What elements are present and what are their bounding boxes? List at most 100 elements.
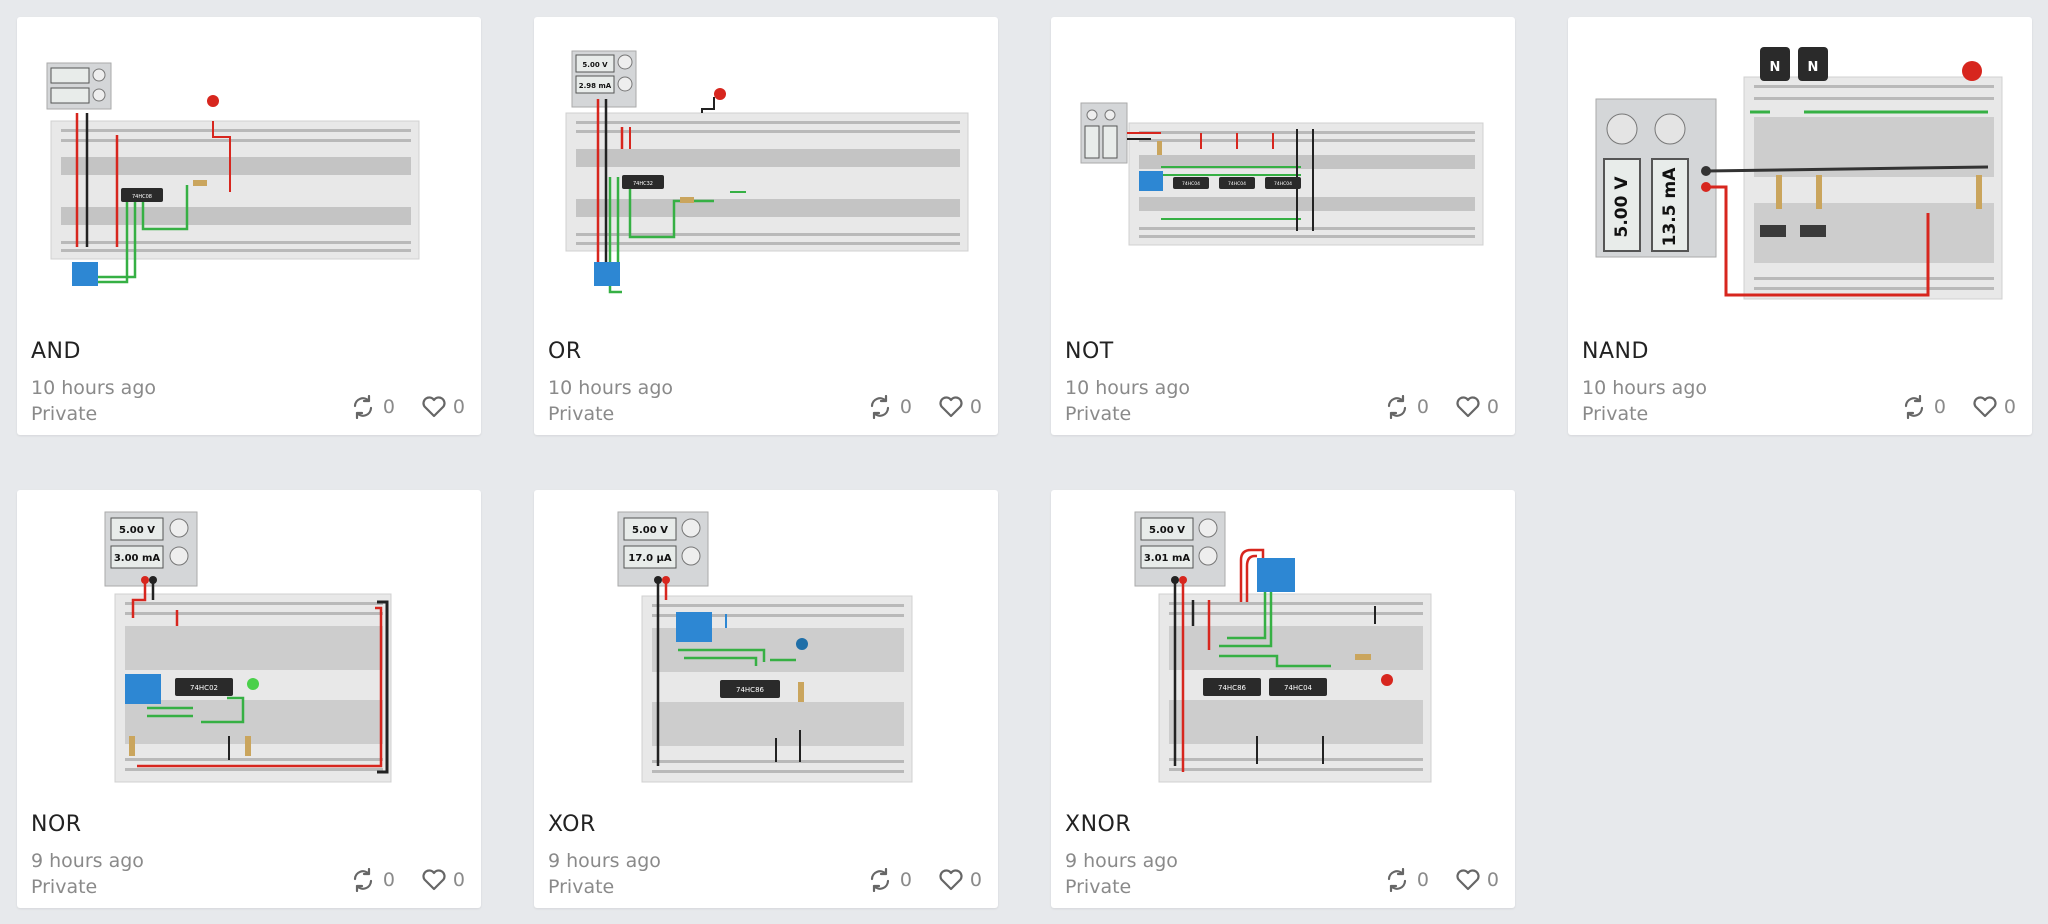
design-timestamp: 9 hours ago [31, 850, 144, 872]
design-card-nor[interactable]: 5.00 V 3.00 mA 74HC02 NOR 9 hours ago Pr… [17, 490, 481, 908]
remix-icon [870, 395, 889, 419]
chip-label: 74HC04 [1284, 684, 1313, 692]
chip-label: 74HC86 [1218, 684, 1247, 692]
like-count: 0 [452, 396, 465, 418]
like-count: 0 [2003, 396, 2016, 418]
heart-icon [1456, 396, 1480, 418]
heart-icon [1973, 396, 1997, 418]
design-card-xnor[interactable]: 5.00 V 3.01 mA 74HC86 74HC04 XNOR 9 hour… [1051, 490, 1515, 908]
current-readout: 17.0 µA [628, 553, 672, 564]
remix-count: 0 [1416, 869, 1429, 891]
remix-count: 0 [382, 396, 395, 418]
chip-label: 74HC04 [1228, 181, 1246, 187]
design-stats: 0 0 [866, 395, 982, 419]
remix-button[interactable]: 0 [1383, 868, 1429, 892]
remix-button[interactable]: 0 [1383, 395, 1429, 419]
like-button[interactable]: 0 [938, 868, 982, 892]
like-count: 0 [1486, 869, 1499, 891]
transistor-label: N [1808, 60, 1819, 75]
chip-label: 74HC04 [1182, 181, 1200, 187]
like-count: 0 [1486, 396, 1499, 418]
remix-button[interactable]: 0 [866, 395, 912, 419]
like-count: 0 [969, 869, 982, 891]
voltage-readout: 5.00 V [1149, 525, 1185, 536]
remix-button[interactable]: 0 [1900, 395, 1946, 419]
design-card-xor[interactable]: 5.00 V 17.0 µA 74HC86 XOR 9 hours ago Pr… [534, 490, 998, 908]
voltage-readout: 5.00 V [119, 525, 155, 536]
circuit-thumbnail[interactable]: 5.00 V 2.98 mA 74HC32 [534, 17, 998, 337]
design-card-nand[interactable]: 5.00 V 13.5 mA N N NAND 10 hours ago Pri… [1568, 17, 2032, 435]
design-title[interactable]: XOR [548, 812, 596, 837]
design-timestamp: 10 hours ago [548, 377, 674, 399]
design-privacy: Private [548, 876, 615, 898]
like-button[interactable]: 0 [938, 395, 982, 419]
voltage-readout: 5.00 V [582, 61, 608, 69]
heart-icon [939, 869, 963, 891]
like-button[interactable]: 0 [1455, 868, 1499, 892]
design-stats: 0 0 [1900, 395, 2016, 419]
like-count: 0 [452, 869, 465, 891]
remix-count: 0 [382, 869, 395, 891]
remix-count: 0 [1933, 396, 1946, 418]
like-button[interactable]: 0 [1455, 395, 1499, 419]
design-card-and[interactable]: 74HC08 AND 10 hours ago Private 0 0 [17, 17, 481, 435]
circuit-thumbnail[interactable]: 5.00 V 3.00 mA 74HC02 [17, 490, 481, 810]
current-readout: 3.00 mA [114, 553, 161, 564]
design-card-or[interactable]: 5.00 V 2.98 mA 74HC32 OR 10 hours ago Pr… [534, 17, 998, 435]
design-title[interactable]: OR [548, 339, 582, 364]
remix-button[interactable]: 0 [349, 868, 395, 892]
remix-count: 0 [899, 869, 912, 891]
circuit-thumbnail[interactable]: 74HC04 74HC04 74HC04 [1051, 17, 1515, 337]
chip-label: 74HC02 [190, 684, 218, 692]
current-readout: 13.5 mA [1660, 167, 1680, 247]
remix-icon [1387, 395, 1406, 419]
design-privacy: Private [1065, 876, 1132, 898]
like-button[interactable]: 0 [1972, 395, 2016, 419]
heart-icon [939, 396, 963, 418]
design-timestamp: 10 hours ago [1582, 377, 1708, 399]
design-stats: 0 0 [349, 395, 465, 419]
design-stats: 0 0 [1383, 395, 1499, 419]
design-timestamp: 10 hours ago [1065, 377, 1191, 399]
heart-icon [422, 396, 446, 418]
design-timestamp: 10 hours ago [31, 377, 157, 399]
design-privacy: Private [1065, 403, 1132, 425]
circuit-thumbnail[interactable]: 5.00 V 17.0 µA 74HC86 [534, 490, 998, 810]
transistor-label: N [1770, 60, 1781, 75]
design-privacy: Private [31, 403, 98, 425]
design-stats: 0 0 [1383, 868, 1499, 892]
voltage-readout: 5.00 V [1612, 176, 1632, 238]
chip-label: 74HC04 [1274, 181, 1292, 187]
circuit-thumbnail[interactable]: 5.00 V 3.01 mA 74HC86 74HC04 [1051, 490, 1515, 810]
voltage-readout: 5.00 V [632, 525, 668, 536]
remix-count: 0 [1416, 396, 1429, 418]
remix-icon [1387, 868, 1406, 892]
design-timestamp: 9 hours ago [1065, 850, 1178, 872]
remix-icon [353, 868, 372, 892]
design-title[interactable]: NOR [31, 812, 82, 837]
remix-count: 0 [899, 396, 912, 418]
heart-icon [1456, 869, 1480, 891]
design-title[interactable]: NOT [1065, 339, 1114, 364]
like-button[interactable]: 0 [421, 395, 465, 419]
remix-button[interactable]: 0 [349, 395, 395, 419]
like-button[interactable]: 0 [421, 868, 465, 892]
circuit-thumbnail[interactable]: 5.00 V 13.5 mA N N [1568, 17, 2032, 337]
design-privacy: Private [31, 876, 98, 898]
design-title[interactable]: AND [31, 339, 81, 364]
circuit-thumbnail[interactable]: 74HC08 [17, 17, 481, 337]
design-stats: 0 0 [349, 868, 465, 892]
remix-icon [870, 868, 889, 892]
remix-button[interactable]: 0 [866, 868, 912, 892]
heart-icon [422, 869, 446, 891]
chip-label: 74HC86 [736, 686, 765, 694]
design-privacy: Private [1582, 403, 1649, 425]
design-card-not[interactable]: 74HC04 74HC04 74HC04 NOT 10 hours ago Pr… [1051, 17, 1515, 435]
remix-icon [353, 395, 372, 419]
design-title[interactable]: NAND [1582, 339, 1649, 364]
design-title[interactable]: XNOR [1065, 812, 1131, 837]
like-count: 0 [969, 396, 982, 418]
chip-label: 74HC32 [633, 181, 653, 187]
remix-icon [1904, 395, 1923, 419]
current-readout: 2.98 mA [579, 82, 612, 90]
